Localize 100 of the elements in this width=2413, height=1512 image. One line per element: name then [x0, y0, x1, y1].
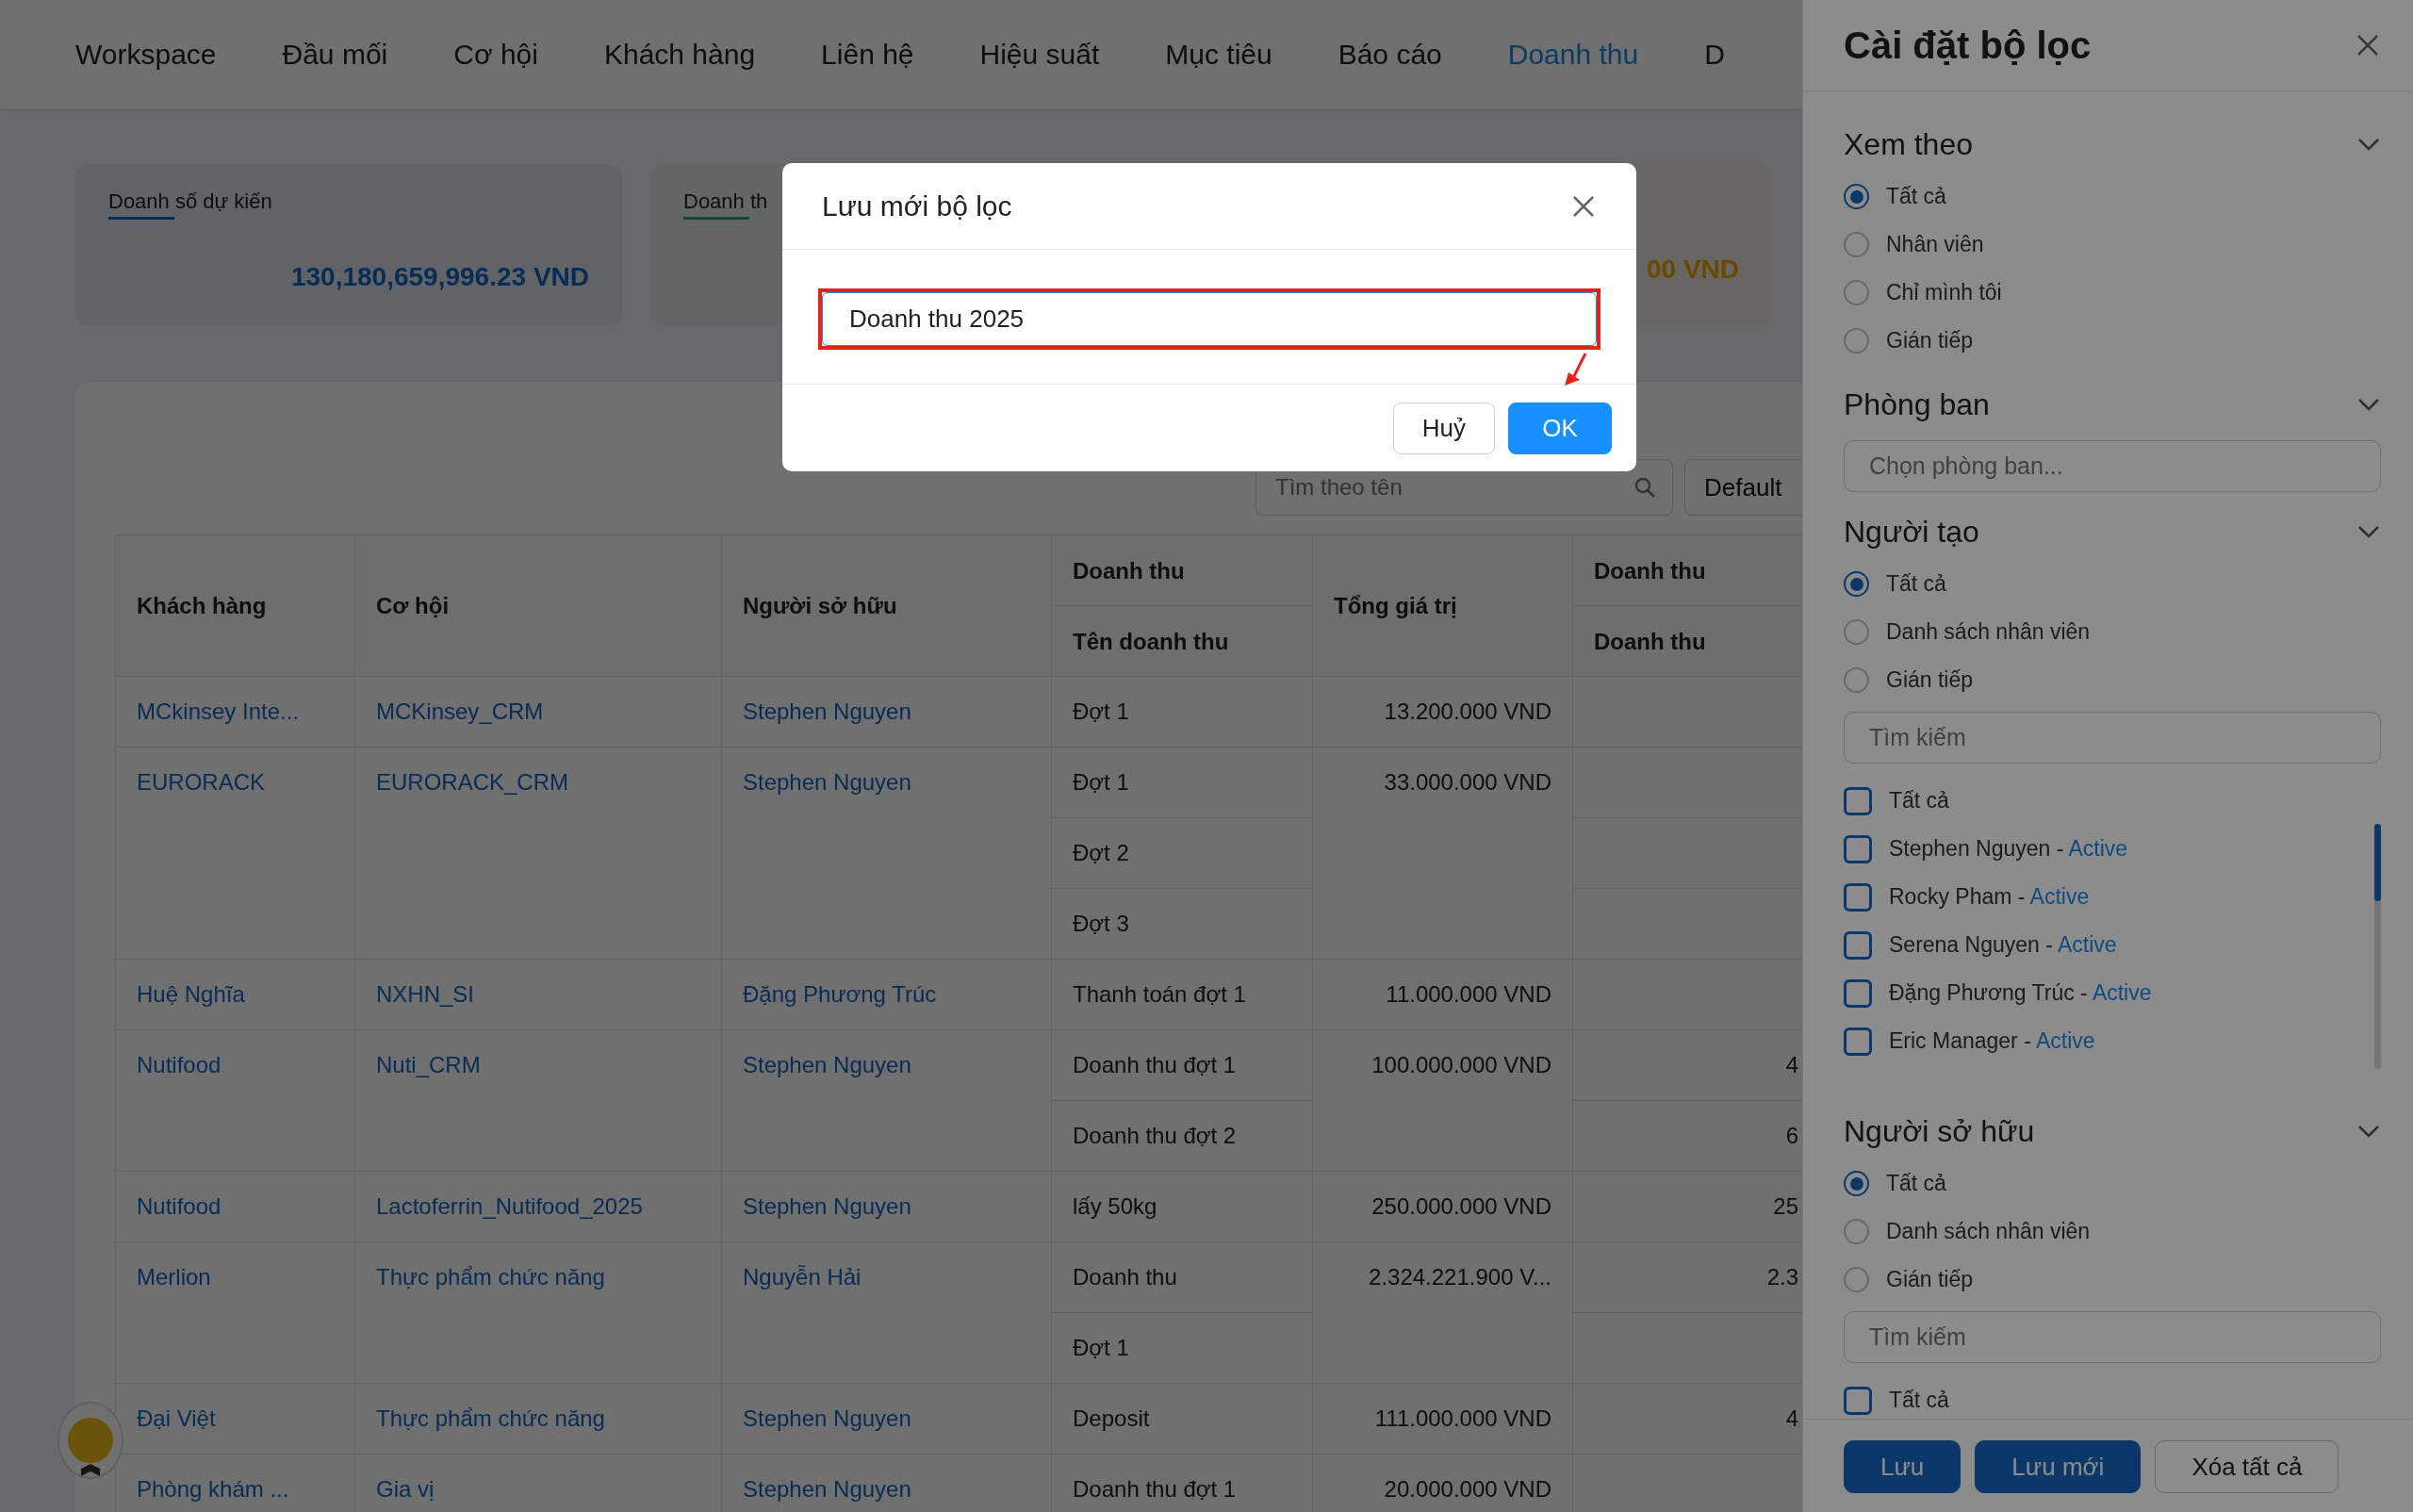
dialog-title: Lưu mới bộ lọc	[822, 189, 1012, 223]
table-link[interactable]: EURORACK	[137, 769, 266, 795]
radio-button[interactable]	[1844, 1267, 1869, 1292]
radio-button[interactable]	[1844, 667, 1869, 693]
table-link[interactable]: Stephen Nguyen	[743, 1405, 911, 1431]
column-header: Cơ hội	[354, 534, 722, 677]
table-link[interactable]: EURORACK_CRM	[376, 769, 569, 795]
option-label: Chỉ mình tôi	[1886, 279, 2002, 307]
panel-title: Cài đặt bộ lọc	[1844, 24, 2092, 68]
table-cell: 2.324.221.900 V...	[1312, 1241, 1573, 1384]
radio-button[interactable]	[1844, 619, 1869, 645]
table-link[interactable]: Đại Việt	[137, 1405, 216, 1431]
table-link[interactable]: Nuti_CRM	[376, 1052, 481, 1077]
checkbox[interactable]	[1844, 930, 1872, 960]
checkbox[interactable]	[1844, 834, 1872, 863]
checkbox[interactable]	[1844, 786, 1872, 815]
action-button[interactable]: Lưu mới	[1975, 1440, 2142, 1493]
checkbox[interactable]	[1844, 1027, 1872, 1056]
column-header: Doanh thu	[1051, 534, 1313, 606]
table-link[interactable]: Gia vị	[376, 1476, 435, 1502]
nav-tab[interactable]: Doanh thu	[1507, 33, 1639, 75]
option-label: Danh sách nhân viên	[1886, 618, 2091, 647]
table-link[interactable]: Thực phẩm chức năng	[376, 1264, 605, 1290]
search-field[interactable]: Tìm kiếm	[1844, 1311, 2381, 1363]
radio-button[interactable]	[1844, 328, 1869, 353]
dialog-button[interactable]: OK	[1508, 402, 1612, 454]
option-label: Gián tiếp	[1886, 1266, 1974, 1294]
card-label: Doanh th	[683, 189, 768, 215]
table-link[interactable]: NXHN_SI	[376, 981, 475, 1007]
table-link[interactable]: Stephen Nguyen	[743, 698, 911, 724]
checkbox[interactable]	[1844, 978, 1872, 1008]
table-cell: 33.000.000 VND	[1312, 747, 1573, 960]
option-label: Đặng Phương Trúc - Active	[1889, 979, 2152, 1008]
option-label: Gián tiếp	[1886, 666, 1974, 695]
column-header: Tên doanh thu	[1051, 605, 1313, 677]
option-label: Gián tiếp	[1886, 327, 1974, 355]
table-cell: Doanh thu đợt 1	[1051, 1029, 1313, 1101]
nav-tab[interactable]: Liên hệ	[821, 33, 914, 75]
checkbox[interactable]	[1844, 882, 1872, 912]
nav-tab[interactable]: Đầu mối	[282, 33, 388, 75]
nav-tab[interactable]: Hiệu suất	[979, 33, 1100, 75]
dialog-button[interactable]: Huỷ	[1392, 402, 1495, 454]
table-link[interactable]: Merlion	[137, 1264, 211, 1290]
option-label: Nhân viên	[1886, 231, 1984, 259]
scrollbar[interactable]	[2374, 824, 2381, 1069]
table-cell: Thanh toán đợt 1	[1051, 959, 1313, 1030]
nav-tab[interactable]: Mục tiêu	[1165, 33, 1272, 75]
option-label: Tất cả	[1889, 787, 1949, 815]
table-link[interactable]: MCKinsey_CRM	[376, 698, 544, 724]
table-cell: Doanh thu	[1051, 1241, 1313, 1313]
card-value: 00 VND	[1645, 254, 1739, 286]
table-cell: 111.000.000 VND	[1312, 1383, 1573, 1454]
radio-button[interactable]	[1844, 571, 1869, 597]
radio-button[interactable]	[1844, 280, 1869, 305]
option-label: Tất cả	[1886, 183, 1946, 211]
table-cell: 100.000.000 VND	[1312, 1029, 1573, 1172]
action-button[interactable]: Xóa tất cả	[2155, 1440, 2339, 1493]
name-input-field[interactable]: Doanh thu 2025	[822, 292, 1597, 346]
option-label: Stephen Nguyen - Active	[1889, 835, 2128, 863]
section-title: Phòng ban	[1844, 386, 1990, 423]
nav-tab[interactable]: Báo cáo	[1338, 33, 1442, 75]
option-label: Tất cả	[1889, 1387, 1949, 1415]
option-label: Eric Manager - Active	[1889, 1027, 2095, 1056]
scroll-thumb[interactable]	[2374, 824, 2381, 901]
column-header: Người sở hữu	[721, 534, 1052, 677]
column-header: Tổng giá trị	[1312, 534, 1573, 677]
option-label: Tất cả	[1886, 1170, 1946, 1198]
table-cell: 11.000.000 VND	[1312, 959, 1573, 1030]
section-title: Xem theo	[1844, 126, 1973, 163]
radio-button[interactable]	[1844, 1219, 1869, 1244]
table-cell: lấy 50kg	[1051, 1171, 1313, 1242]
nav-tab[interactable]: Cơ hội	[453, 33, 538, 75]
table-cell: 13.200.000 VND	[1312, 676, 1573, 748]
table-link[interactable]: Stephen Nguyen	[743, 769, 911, 795]
nav-tab[interactable]: D	[1704, 33, 1725, 75]
select-field[interactable]: Chọn phòng ban...	[1844, 440, 2381, 492]
nav-tab[interactable]: Workspace	[75, 33, 217, 75]
option-label: Danh sách nhân viên	[1886, 1218, 2091, 1246]
checkbox[interactable]	[1844, 1386, 1872, 1415]
column-header: Khách hàng	[115, 534, 355, 677]
option-label: Tất cả	[1886, 570, 1946, 599]
radio-button[interactable]	[1844, 232, 1869, 257]
table-link[interactable]: Stephen Nguyen	[743, 1193, 911, 1219]
radio-button[interactable]	[1844, 184, 1869, 209]
column-header: Doanh thu	[1572, 534, 1802, 606]
nav-tab[interactable]: Khách hàng	[603, 33, 756, 75]
search-field[interactable]: Tìm kiếm	[1844, 712, 2381, 764]
table-link[interactable]: Stephen Nguyen	[743, 1052, 911, 1077]
table-link[interactable]: Nguyễn Hải	[743, 1264, 862, 1290]
card-label: Doanh số dự kiến	[108, 189, 272, 215]
action-button[interactable]: Lưu	[1844, 1440, 1962, 1493]
table-link[interactable]: Nutifood	[137, 1052, 222, 1077]
column-header: Doanh thu	[1572, 605, 1802, 677]
table-cell: Deposit	[1051, 1383, 1313, 1454]
table-cell: 250.000.000 VND	[1312, 1171, 1573, 1242]
radio-button[interactable]	[1844, 1171, 1869, 1196]
search-icon	[1633, 476, 1656, 499]
option-label: Serena Nguyen - Active	[1889, 931, 2117, 960]
table-link[interactable]: Huệ Nghĩa	[137, 981, 245, 1007]
table-link[interactable]: Nutifood	[137, 1193, 222, 1219]
